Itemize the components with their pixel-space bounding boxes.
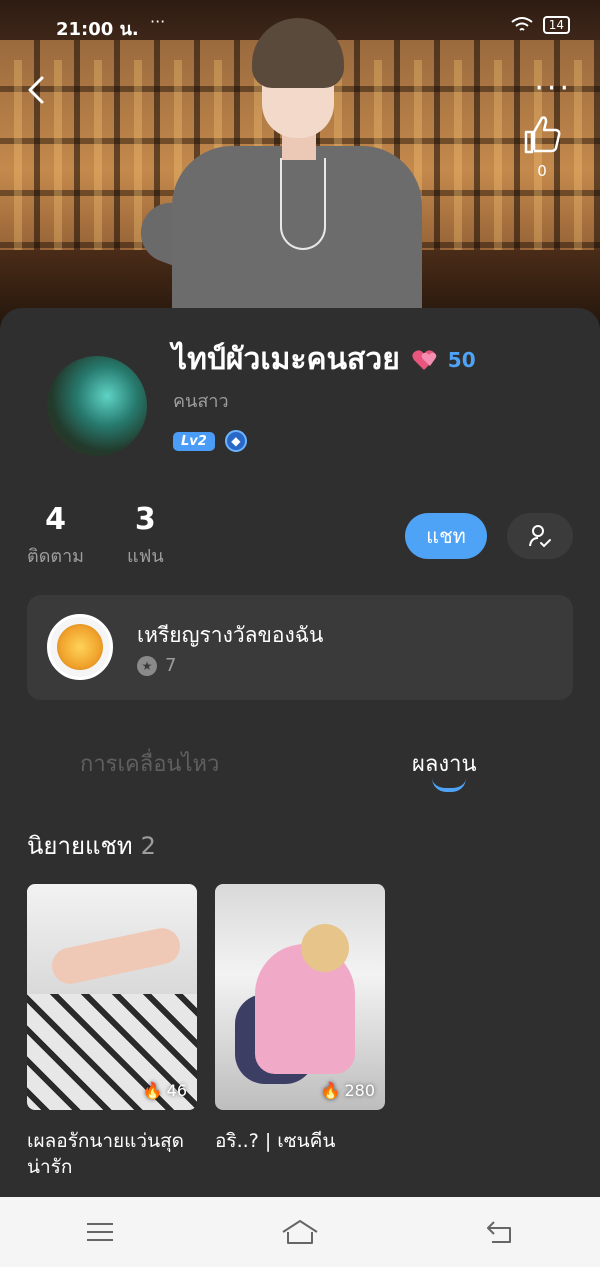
fans-label: แฟน (127, 546, 164, 567)
system-nav-bar (0, 1197, 600, 1267)
profile-name: ไทป์ผัวเมะคนสวย (172, 342, 400, 377)
character-hair (252, 18, 344, 88)
section-title: นิยายแชท 2 (27, 826, 156, 865)
more-options-icon[interactable]: ··· (534, 74, 572, 104)
section-title-text: นิยายแชท (27, 832, 133, 860)
following-stat[interactable]: 4 ติดตาม (27, 502, 84, 570)
story-views: 🔥 46 (143, 1081, 187, 1100)
medals-count: 7 (165, 655, 177, 676)
home-icon (282, 1220, 318, 1244)
profile-panel: ไทป์ผัวเมะคนสวย 50 คนสาว Lv2 ◆ 4 ติดตาม … (0, 308, 600, 1198)
status-right: 14 (511, 16, 570, 34)
return-icon (487, 1221, 511, 1243)
tab-activity[interactable]: การเคลื่อนไหว (80, 746, 219, 781)
menu-icon (87, 1223, 113, 1241)
like-count: 0 (537, 162, 547, 180)
like-button[interactable]: 0 (520, 112, 564, 180)
profile-subtitle: คนสาว (173, 391, 229, 412)
story-views-count: 280 (344, 1081, 375, 1100)
story-title[interactable]: อริ..? | เซนคีน (215, 1128, 385, 1154)
heart-icon (412, 349, 437, 370)
story-title[interactable]: เผลอรักนายแว่นสุดน่ารัก (27, 1128, 197, 1180)
story-cover[interactable]: 🔥 46 (27, 884, 197, 1110)
thumbs-up-icon (524, 116, 561, 154)
follow-user-button[interactable] (507, 513, 573, 559)
avatar[interactable] (47, 356, 147, 456)
diamond-badge-icon: ◆ (224, 430, 247, 452)
status-time: 21:00 น. (56, 19, 139, 40)
chat-button[interactable]: แชท (405, 513, 487, 559)
character-necklace (280, 158, 326, 250)
flame-icon: 🔥 (320, 1081, 341, 1100)
level-badge: Lv2 (173, 431, 215, 451)
section-count: 2 (140, 832, 156, 860)
story-views: 🔥 280 (321, 1081, 375, 1100)
hearts-count: 50 (447, 347, 476, 372)
wifi-icon (511, 17, 533, 31)
character-illustration (132, 18, 422, 336)
tab-works[interactable]: ผลงาน (412, 746, 477, 781)
medals-card[interactable]: เหรียญรางวัลของฉัน ★ 7 (27, 595, 573, 700)
home-nav-button[interactable] (270, 1212, 330, 1252)
story-views-count: 46 (166, 1081, 187, 1100)
flame-icon: 🔥 (142, 1081, 163, 1100)
following-label: ติดตาม (27, 546, 85, 567)
back-icon[interactable] (22, 74, 54, 106)
story-card[interactable]: 🔥 46 เผลอรักนายแว่นสุดน่ารัก (27, 884, 197, 1180)
medals-count-row: ★ 7 (137, 655, 176, 676)
fans-count: 3 (134, 502, 156, 537)
cover-2-figure-head (301, 924, 349, 972)
back-nav-button[interactable] (470, 1212, 530, 1252)
fans-stat[interactable]: 3 แฟน (127, 502, 164, 570)
active-tab-indicator (432, 778, 466, 792)
profile-cover (0, 0, 600, 340)
following-count: 4 (45, 502, 66, 537)
story-card[interactable]: 🔥 280 อริ..? | เซนคีน (215, 884, 385, 1154)
name-row: ไทป์ผัวเมะคนสวย 50 (172, 336, 476, 383)
battery-level: 14 (542, 16, 570, 34)
medal-icon-inner (57, 624, 103, 670)
medals-title: เหรียญรางวัลของฉัน (137, 623, 324, 647)
story-cover[interactable]: 🔥 280 (215, 884, 385, 1110)
badges-row: Lv2 ◆ (173, 430, 247, 452)
menu-nav-button[interactable] (70, 1212, 130, 1252)
user-check-icon (529, 525, 551, 548)
medal-icon (47, 614, 113, 680)
star-icon: ★ (137, 655, 157, 676)
status-dots: ··· (150, 12, 166, 31)
